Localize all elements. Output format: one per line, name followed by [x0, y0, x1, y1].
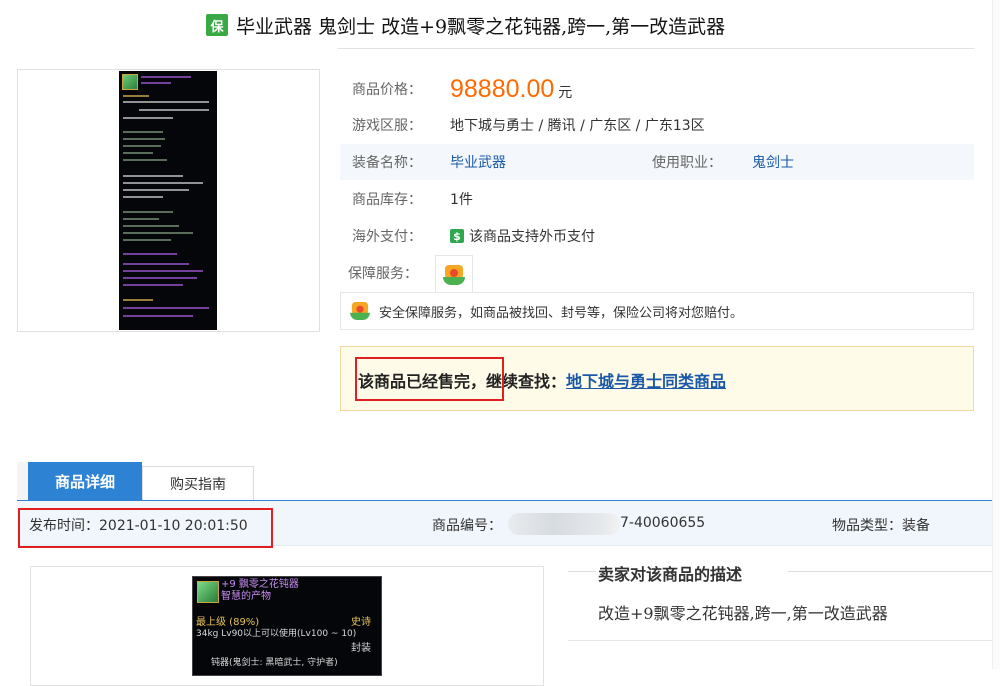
stock-row: 商品库存： 1件 — [340, 181, 974, 217]
card-line-sealed: 封装 — [351, 643, 371, 654]
equip-link[interactable]: 毕业武器 — [450, 152, 506, 172]
product-thumbnail[interactable] — [17, 69, 320, 332]
card-text-line — [123, 232, 193, 234]
stock-value: 1件 — [450, 192, 473, 208]
server-row: 游戏区服： 地下城与勇士 / 腾讯 / 广东区 / 广东13区 — [340, 107, 974, 143]
safety-shield-icon — [443, 264, 465, 285]
overseas-value: 该商品支持外币支付 — [469, 229, 595, 245]
guarantee-description: 安全保障服务，如商品被找回、封号等，保险公司将对您赔付。 — [340, 292, 974, 330]
right-scroll-edge — [992, 0, 1000, 669]
card-text-line — [123, 152, 153, 154]
item-icon — [122, 74, 138, 90]
product-title-text: 毕业武器 鬼剑士 改造+9飘零之花钝器,跨一,第一改造武器 — [236, 15, 726, 38]
server-value: 地下城与勇士 / 腾讯 / 广东区 / 广东13区 — [450, 118, 705, 134]
card-text-line — [123, 218, 159, 220]
card-text-line — [123, 182, 203, 184]
product-title: 保 毕业武器 鬼剑士 改造+9飘零之花钝器,跨一,第一改造武器 — [206, 11, 725, 39]
card-text-line — [123, 270, 203, 272]
card-text-line — [123, 307, 209, 309]
card-text-line — [123, 138, 165, 140]
card-text-line — [123, 315, 193, 317]
card-line-subtitle: 智慧的产物 — [221, 591, 271, 602]
card-text-line — [123, 253, 177, 255]
tab-purchase-guide[interactable]: 购买指南 — [142, 466, 254, 500]
title-area: 保 毕业武器 鬼剑士 改造+9飘零之花钝器,跨一,第一改造武器 — [0, 0, 1000, 50]
seller-description-body: 改造+9飘零之花钝器,跨一,第一改造武器 — [598, 604, 888, 623]
item-number-blur — [508, 513, 620, 535]
job-label: 使用职业： — [652, 155, 722, 171]
tab-bar-spacer — [17, 462, 28, 500]
card-text-line — [123, 196, 163, 198]
server-label: 游戏区服： — [352, 118, 422, 134]
card-text-line — [123, 211, 173, 213]
card-text-line — [123, 299, 153, 301]
price-row: 商品价格： 98880.00 元 — [340, 70, 974, 108]
card-text-line — [141, 76, 191, 78]
card-text-line — [123, 117, 173, 119]
card-text-line — [123, 239, 171, 241]
stock-label: 商品库存： — [352, 192, 422, 208]
description-divider — [788, 571, 992, 572]
card-text-line — [123, 175, 183, 177]
equip-label: 装备名称： — [352, 155, 422, 171]
currency-icon: $ — [450, 229, 464, 243]
title-divider — [338, 48, 974, 49]
card-text-line — [123, 277, 197, 279]
highlight-annotation — [355, 357, 504, 401]
card-text-line — [123, 145, 161, 147]
card-text-line — [123, 284, 183, 286]
card-text-line — [123, 101, 209, 103]
overseas-pay-row: 海外支付： $ 该商品支持外币支付 — [340, 218, 974, 254]
safety-shield-icon — [350, 302, 370, 320]
guarantee-text: 安全保障服务，如商品被找回、封号等，保险公司将对您赔付。 — [379, 305, 744, 321]
description-divider — [568, 571, 596, 572]
highlight-annotation — [18, 508, 273, 548]
card-line-rarity: 史诗 — [351, 617, 371, 628]
overseas-label: 海外支付： — [352, 229, 422, 245]
card-line-weapon-type: 钝器(鬼剑士: 黑暗武士, 守护者) — [211, 658, 338, 668]
card-text-line — [123, 189, 189, 191]
price-unit: 元 — [558, 85, 573, 101]
tab-product-detail[interactable]: 商品详细 — [28, 462, 142, 500]
price-label: 商品价格： — [352, 82, 422, 98]
item-number-value: 7-40060655 — [620, 515, 706, 531]
description-bottom-divider — [568, 640, 992, 641]
card-text-line — [141, 82, 171, 84]
equip-row: 装备名称： 毕业武器 使用职业： 鬼剑士 — [340, 144, 974, 180]
seller-description-title: 卖家对该商品的描述 — [598, 565, 743, 584]
item-number-label: 商品编号： — [432, 518, 502, 534]
card-text-line — [123, 131, 163, 133]
card-text-line — [123, 95, 149, 97]
item-icon — [197, 581, 219, 603]
item-card-thumbnail — [119, 71, 217, 330]
card-text-line — [123, 263, 189, 265]
job-link[interactable]: 鬼剑士 — [752, 152, 794, 172]
item-card-detail: +9 飘零之花钝器 智慧的产物 最上级 (89%) 史诗 34kg Lv90以上… — [192, 576, 382, 676]
card-line-grade: 最上级 (89%) — [196, 617, 260, 628]
card-text-line — [123, 225, 179, 227]
card-line-name: +9 飘零之花钝器 — [221, 579, 299, 590]
card-text-line — [139, 109, 209, 111]
guarantee-tab[interactable] — [435, 255, 473, 293]
card-text-line — [123, 159, 167, 161]
guarantee-badge-icon: 保 — [206, 14, 228, 36]
guarantee-label: 保障服务： — [348, 266, 418, 282]
price-value: 98880.00 — [450, 74, 555, 103]
card-line-level: 34kg Lv90以上可以使用(Lv100 ~ 10) — [196, 629, 357, 639]
item-type: 物品类型：装备 — [832, 518, 930, 534]
similar-products-link[interactable]: 地下城与勇士同类商品 — [566, 372, 726, 391]
